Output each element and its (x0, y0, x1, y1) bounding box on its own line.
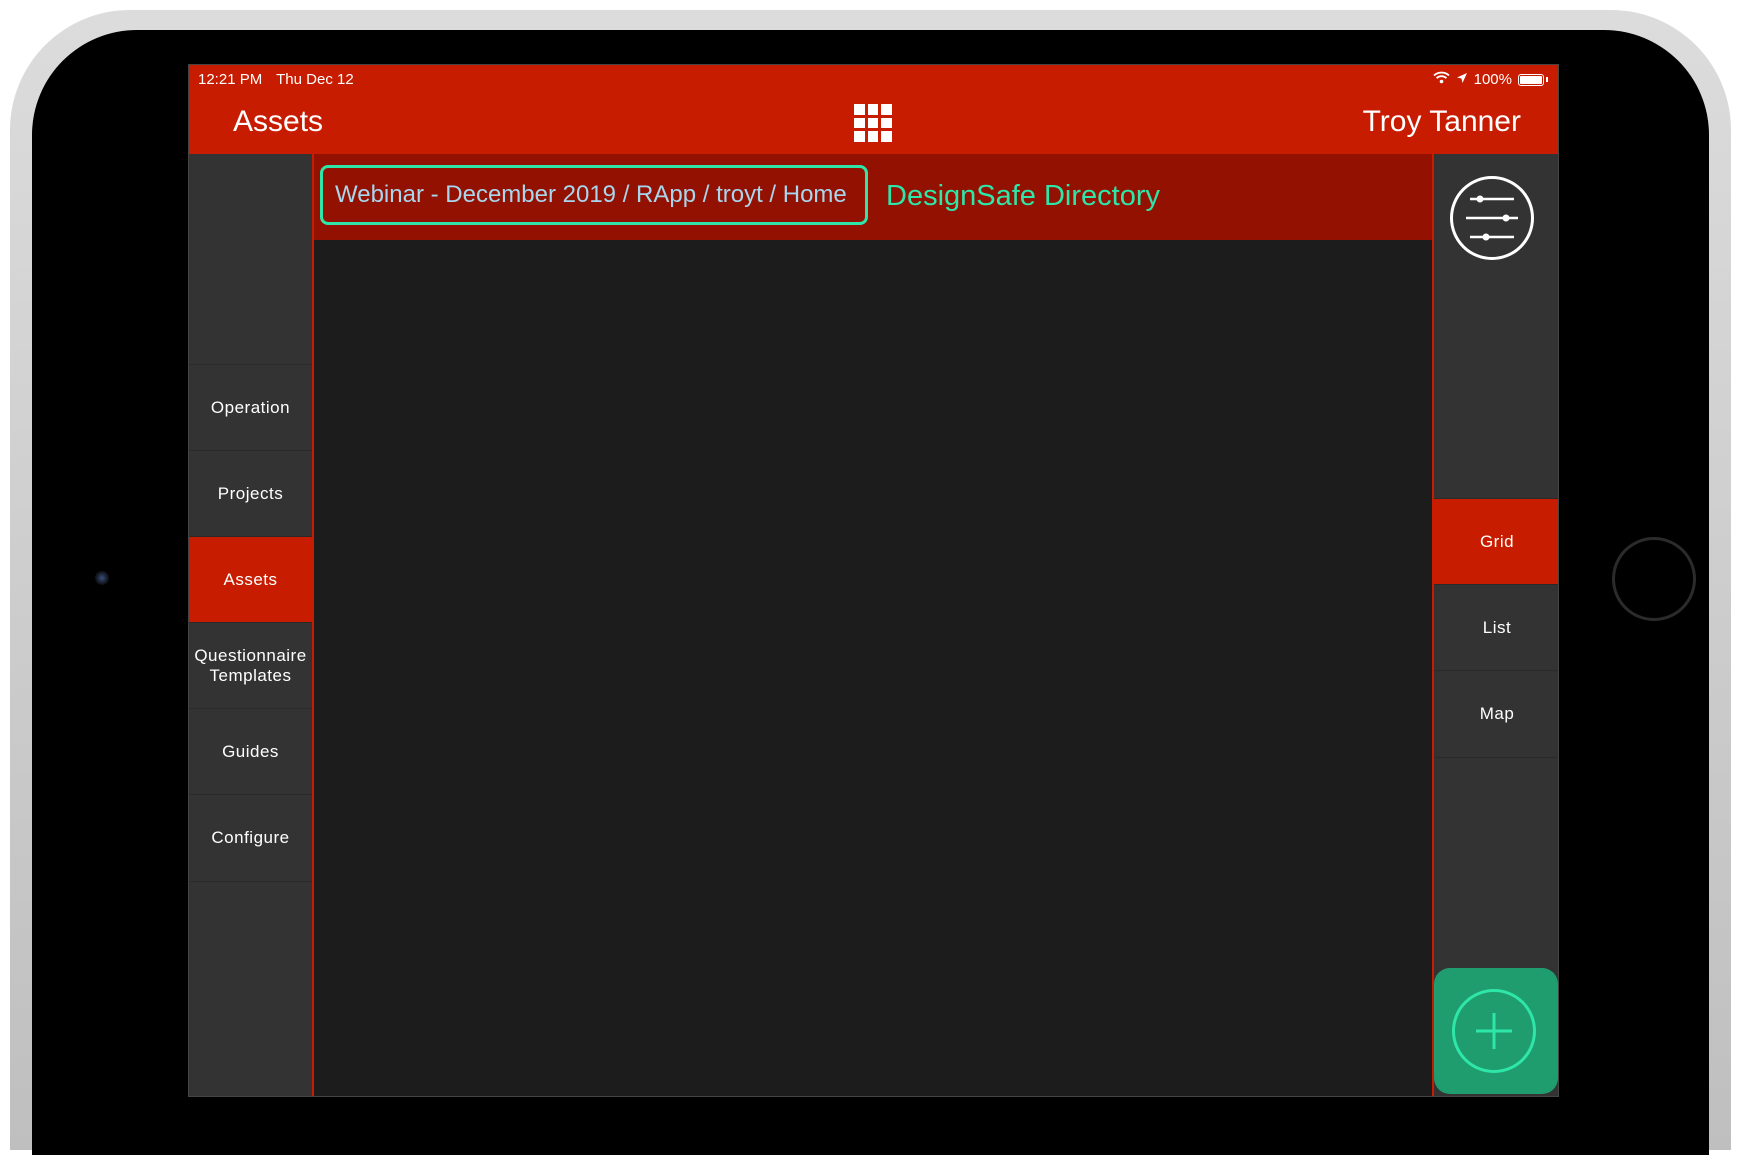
sidebar-item-assets[interactable]: Assets (189, 536, 312, 623)
view-map-button[interactable]: Map (1434, 670, 1558, 758)
sidebar-item-label: Questionnaire Templates (194, 646, 307, 685)
sidebar-item-operation[interactable]: Operation (189, 364, 312, 451)
status-date: Thu Dec 12 (276, 71, 354, 88)
main-content: Webinar - December 2019 / RApp / troyt /… (314, 154, 1432, 1096)
page-title: Assets (233, 105, 324, 138)
status-time: 12:21 PM (198, 71, 263, 88)
breadcrumb[interactable]: Webinar - December 2019 / RApp / troyt /… (320, 165, 868, 225)
left-sidebar: Operation Projects Assets Questionnaire … (189, 154, 314, 1096)
location-arrow-icon (1456, 71, 1468, 88)
view-list-button[interactable]: List (1434, 584, 1558, 671)
battery-percent: 100% (1473, 71, 1512, 88)
home-button[interactable] (1612, 537, 1696, 621)
sidebar-item-label: Assets (223, 570, 278, 589)
breadcrumb-path: Webinar - December 2019 / RApp / troyt /… (335, 181, 847, 208)
battery-icon (1518, 73, 1544, 86)
sidebar-item-label: Projects (217, 484, 284, 503)
status-bar-left: 12:21 PM Thu Dec 12 (198, 71, 364, 88)
user-name[interactable]: Troy Tanner (1363, 105, 1521, 139)
plus-icon (1476, 1013, 1512, 1049)
sliders-icon (1466, 195, 1518, 241)
add-button[interactable] (1434, 968, 1558, 1094)
add-circle (1452, 989, 1536, 1073)
view-grid-button[interactable]: Grid (1434, 498, 1558, 585)
directory-label: DesignSafe Directory (886, 180, 1160, 212)
sidebar-item-label: Guides (222, 742, 279, 761)
view-label: Grid (1479, 532, 1515, 551)
apps-grid-icon[interactable] (854, 104, 892, 142)
view-label: Map (1479, 704, 1515, 723)
directory-header: Webinar - December 2019 / RApp / troyt /… (314, 154, 1432, 240)
sidebar-item-projects[interactable]: Projects (189, 450, 312, 537)
sidebar-item-configure[interactable]: Configure (189, 794, 312, 882)
right-sidebar: Grid List Map (1432, 154, 1558, 1096)
sidebar-item-questionnaire-templates[interactable]: Questionnaire Templates (189, 622, 312, 709)
sidebar-item-label: Operation (210, 398, 291, 417)
app-screen: 12:21 PM Thu Dec 12 100% Assets Troy Tan… (188, 64, 1559, 1097)
filter-sliders-button[interactable] (1450, 176, 1534, 260)
view-label: List (1482, 618, 1512, 637)
wifi-icon (1433, 71, 1450, 88)
top-navigation-bar: 12:21 PM Thu Dec 12 100% Assets Troy Tan… (189, 65, 1558, 154)
status-bar-right: 100% (1433, 71, 1548, 88)
front-camera (95, 571, 109, 585)
sidebar-item-guides[interactable]: Guides (189, 708, 312, 795)
sidebar-item-label: Configure (211, 828, 290, 847)
battery-cap (1546, 77, 1548, 82)
